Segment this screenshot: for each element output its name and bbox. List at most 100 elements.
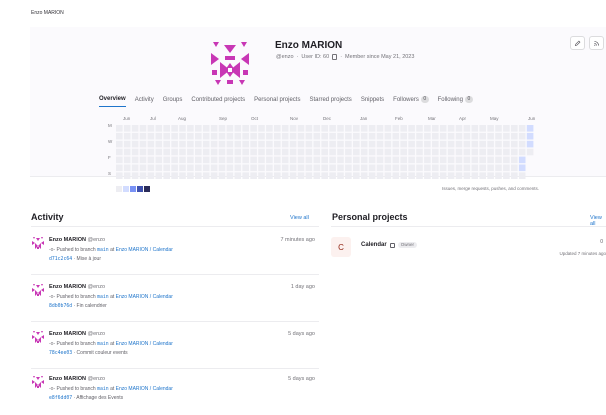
calendar-day-cell[interactable] [281, 172, 289, 179]
calendar-day-cell[interactable] [179, 148, 186, 156]
calendar-day-cell[interactable] [416, 140, 423, 148]
calendar-day-cell[interactable] [518, 172, 526, 179]
calendar-day-cell[interactable] [210, 164, 218, 172]
calendar-day-cell[interactable] [171, 172, 178, 179]
calendar-day-cell[interactable] [187, 132, 194, 140]
calendar-day-cell[interactable] [511, 164, 518, 172]
calendar-day-cell[interactable] [337, 172, 344, 179]
calendar-day-cell[interactable] [226, 148, 234, 156]
branch-link[interactable]: main [97, 248, 109, 253]
calendar-day-cell[interactable] [297, 148, 305, 156]
author-name[interactable]: Enzo MARION [49, 237, 86, 243]
calendar-day-cell[interactable] [123, 164, 131, 172]
calendar-day-cell[interactable] [171, 164, 178, 172]
calendar-day-cell[interactable] [384, 156, 392, 164]
calendar-day-cell[interactable] [345, 132, 352, 140]
calendar-day-cell[interactable] [479, 172, 486, 179]
calendar-day-cell[interactable] [511, 156, 518, 164]
calendar-day-cell[interactable] [297, 140, 305, 148]
calendar-day-cell[interactable] [147, 125, 155, 132]
calendar-day-cell[interactable] [368, 125, 376, 132]
calendar-day-cell[interactable] [337, 132, 344, 140]
calendar-day-cell[interactable] [266, 164, 273, 172]
calendar-day-cell[interactable] [274, 164, 281, 172]
calendar-day-cell[interactable] [447, 156, 455, 164]
calendar-day-cell[interactable] [384, 132, 392, 140]
calendar-day-cell[interactable] [305, 125, 313, 132]
calendar-day-cell[interactable] [455, 140, 463, 148]
user-avatar[interactable] [31, 236, 45, 250]
calendar-day-cell[interactable] [155, 140, 163, 148]
calendar-day-cell[interactable] [210, 148, 218, 156]
calendar-day-cell[interactable] [202, 156, 210, 164]
calendar-day-cell[interactable] [487, 140, 494, 148]
calendar-day-cell[interactable] [368, 148, 376, 156]
calendar-day-cell[interactable] [313, 125, 321, 132]
calendar-day-cell[interactable] [163, 164, 170, 172]
branch-link[interactable]: main [97, 342, 109, 347]
user-avatar[interactable] [31, 283, 45, 297]
calendar-day-cell[interactable] [289, 140, 297, 148]
calendar-day-cell[interactable] [392, 140, 400, 148]
calendar-day-cell[interactable] [503, 148, 510, 156]
author-name[interactable]: Enzo MARION [49, 284, 86, 290]
calendar-day-cell[interactable] [313, 140, 321, 148]
tab-contributed-projects[interactable]: Contributed projects [191, 96, 245, 107]
calendar-day-cell[interactable] [195, 156, 202, 164]
calendar-day-cell[interactable] [226, 132, 234, 140]
calendar-day-cell[interactable] [210, 172, 218, 179]
calendar-day-cell[interactable] [337, 125, 344, 132]
calendar-day-cell[interactable] [424, 132, 431, 140]
calendar-day-cell[interactable] [155, 148, 163, 156]
calendar-day-cell[interactable] [416, 156, 423, 164]
calendar-day-cell[interactable] [123, 125, 131, 132]
calendar-day-cell[interactable] [250, 164, 257, 172]
calendar-day-cell[interactable] [376, 125, 384, 132]
calendar-day-cell[interactable] [329, 132, 336, 140]
breadcrumb[interactable]: Enzo MARION [31, 10, 64, 16]
project-name-text[interactable]: Calendar [361, 242, 387, 248]
calendar-day-cell[interactable] [139, 125, 147, 132]
calendar-day-cell[interactable] [202, 125, 210, 132]
calendar-day-cell[interactable] [147, 164, 155, 172]
calendar-day-cell[interactable] [179, 156, 186, 164]
calendar-day-cell[interactable] [329, 172, 336, 179]
calendar-day-cell[interactable] [439, 156, 447, 164]
calendar-day-cell[interactable] [195, 125, 202, 132]
calendar-day-cell[interactable] [274, 148, 281, 156]
calendar-day-cell[interactable] [266, 140, 273, 148]
calendar-day-cell[interactable] [218, 172, 226, 179]
calendar-day-cell[interactable] [511, 140, 518, 148]
calendar-day-cell[interactable] [424, 148, 431, 156]
calendar-day-cell[interactable] [234, 164, 242, 172]
calendar-day-cell[interactable] [503, 132, 510, 140]
calendar-day-cell[interactable] [416, 125, 423, 132]
calendar-day-cell[interactable] [432, 172, 439, 179]
commit-sha-link[interactable]: 8db0b76d [49, 304, 72, 309]
calendar-day-cell[interactable] [250, 172, 257, 179]
calendar-day-cell[interactable] [202, 132, 210, 140]
calendar-day-cell[interactable] [274, 156, 281, 164]
calendar-day-cell[interactable] [171, 148, 178, 156]
calendar-day-cell[interactable] [218, 156, 226, 164]
calendar-day-cell[interactable] [171, 156, 178, 164]
calendar-day-cell[interactable] [416, 148, 423, 156]
calendar-day-cell[interactable] [479, 125, 486, 132]
calendar-day-cell[interactable] [297, 164, 305, 172]
calendar-day-cell[interactable] [432, 125, 439, 132]
calendar-day-cell[interactable] [345, 148, 352, 156]
calendar-day-cell[interactable] [471, 164, 479, 172]
calendar-day-cell[interactable] [258, 148, 265, 156]
calendar-day-cell[interactable] [289, 164, 297, 172]
calendar-day-cell[interactable] [447, 148, 455, 156]
rss-feed-button[interactable] [589, 36, 604, 50]
calendar-day-cell[interactable] [179, 125, 186, 132]
calendar-day-cell[interactable] [479, 164, 486, 172]
calendar-day-cell[interactable] [155, 132, 163, 140]
calendar-day-cell[interactable] [258, 125, 265, 132]
activity-view-all-link[interactable]: View all [290, 215, 309, 221]
calendar-day-cell[interactable] [424, 140, 431, 148]
calendar-day-cell[interactable] [495, 132, 502, 140]
calendar-day-cell[interactable] [345, 156, 352, 164]
tab-activity[interactable]: Activity [135, 96, 154, 107]
